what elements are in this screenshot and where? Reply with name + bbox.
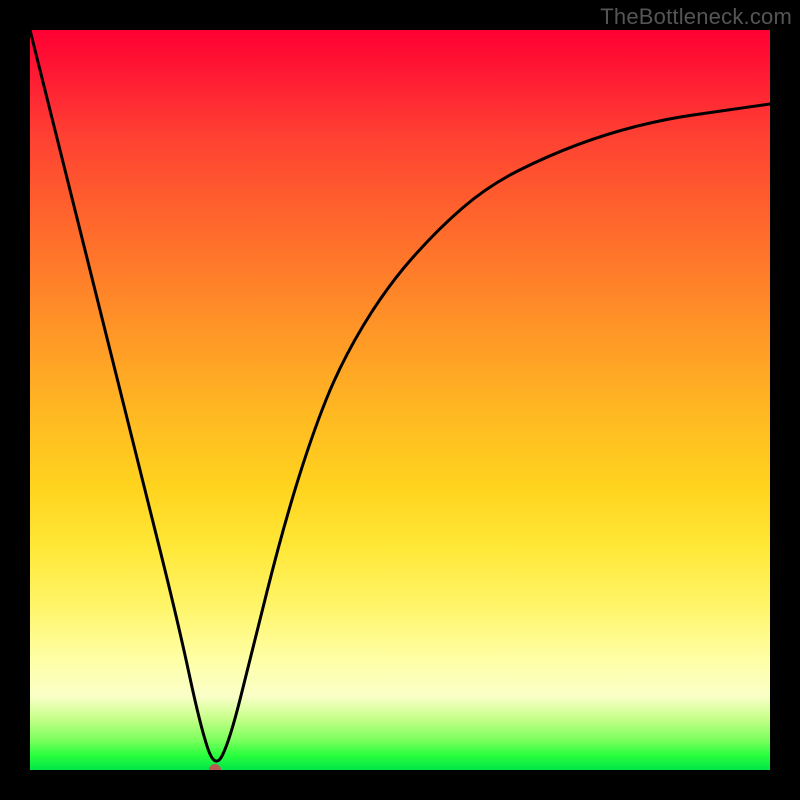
vertex-marker <box>209 764 221 770</box>
attribution-text: TheBottleneck.com <box>600 4 792 30</box>
plot-area <box>30 30 770 770</box>
chart-frame: TheBottleneck.com <box>0 0 800 800</box>
curve-layer <box>30 30 770 770</box>
bottleneck-curve <box>30 30 770 761</box>
